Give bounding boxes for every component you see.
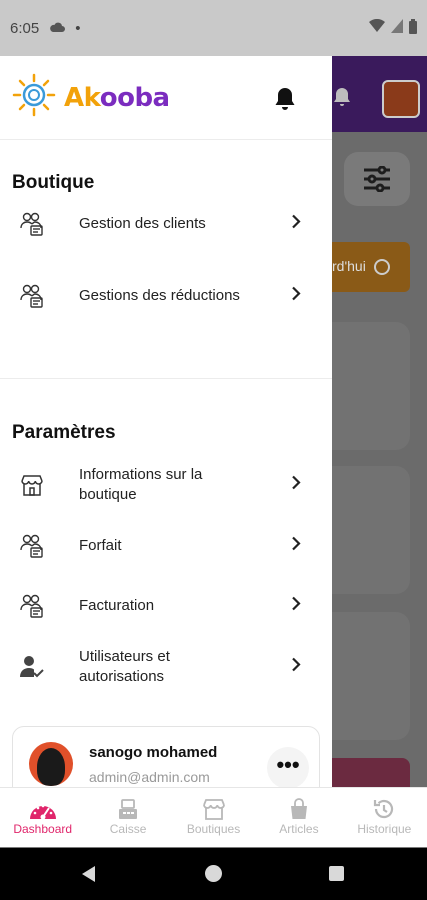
background-date-label: rd'hui [332,258,366,274]
home-icon[interactable] [205,865,222,882]
nav-label: Articles [279,822,319,836]
more-horizontal-icon: ••• [276,752,300,777]
menu-item-gestion-clients[interactable]: Gestion des clients [0,200,332,248]
menu-item-label: Gestion des clients [79,215,206,232]
chevron-right-icon [290,657,302,678]
wifi-icon [369,18,385,37]
background-card [332,322,410,450]
section-title-parametres: Paramètres [12,422,116,443]
history-icon [372,796,396,822]
nav-label: Caisse [109,822,147,836]
battery-icon [409,18,417,38]
menu-item-gestion-reductions[interactable]: Gestions des réductions [0,272,332,320]
users-list-icon [18,592,46,620]
nav-item-historique[interactable]: Historique [342,788,427,847]
navigation-drawer: Akooba Boutique Gestion des clients Gest… [0,56,332,846]
menu-item-label: Informations sur la boutique [79,466,203,503]
menu-item-informations-boutique[interactable]: Informations sur la boutique [0,461,332,509]
users-list-icon [18,210,46,238]
section-title-boutique: Boutique [12,172,95,193]
menu-item-facturation[interactable]: Facturation [0,582,332,630]
chevron-right-icon [290,596,302,617]
chevron-right-icon [290,286,302,307]
filter-icon [344,152,410,206]
background-app-overlay[interactable]: rd'hui [332,56,427,846]
user-email: admin@admin.com [89,769,210,785]
signal-icon [391,19,403,37]
chevron-right-icon [290,536,302,557]
register-icon [116,796,140,822]
menu-item-label: Forfait [79,537,122,554]
menu-item-label: Facturation [79,597,155,614]
system-navigation-bar [0,848,427,900]
nav-item-dashboard[interactable]: Dashboard [0,788,85,847]
brand-logo-text: Akooba [64,82,170,113]
user-check-icon [18,653,46,681]
avatar [29,742,73,786]
bag-icon [287,796,311,822]
drawer-header: Akooba [0,56,332,140]
status-bar: 6:05 • [0,0,427,56]
bottom-navigation: Dashboard Caisse Boutiques Articles Hist… [0,787,427,847]
background-avatar [382,80,420,118]
sun-logo-icon [12,73,56,122]
recent-apps-icon[interactable] [329,866,344,881]
section-divider [0,378,332,379]
nav-item-boutiques[interactable]: Boutiques [171,788,256,847]
dashboard-gauge-icon [28,796,58,822]
notification-bell-icon[interactable] [274,86,296,117]
menu-item-utilisateurs-autorisations[interactable]: Utilisateurs et autorisations [0,643,332,691]
status-time: 6:05 [10,19,40,37]
user-name: sanogo mohamed [89,744,218,761]
nav-label: Boutiques [186,822,241,836]
more-options-button[interactable]: ••• [267,747,309,789]
store-icon [201,796,227,822]
background-bell-icon [332,86,352,113]
back-icon[interactable] [82,866,95,882]
users-list-icon [18,282,46,310]
background-card [332,612,410,740]
chevron-right-icon [290,475,302,496]
nav-item-caisse[interactable]: Caisse [85,788,170,847]
menu-item-forfait[interactable]: Forfait [0,522,332,570]
menu-item-label: Gestions des réductions [79,287,240,304]
nav-item-articles[interactable]: Articles [256,788,341,847]
nav-label: Historique [357,822,412,836]
users-list-icon [18,532,46,560]
chevron-right-icon [290,214,302,235]
background-card [332,466,410,594]
background-app-bar [332,56,427,132]
menu-item-label: Utilisateurs et autorisations [79,648,170,685]
store-icon [18,471,46,499]
nav-label: Dashboard [13,822,73,836]
cloud-icon [49,20,66,37]
clock-icon [373,259,390,276]
dot-icon: • [75,19,81,37]
background-date-button: rd'hui [332,242,410,292]
